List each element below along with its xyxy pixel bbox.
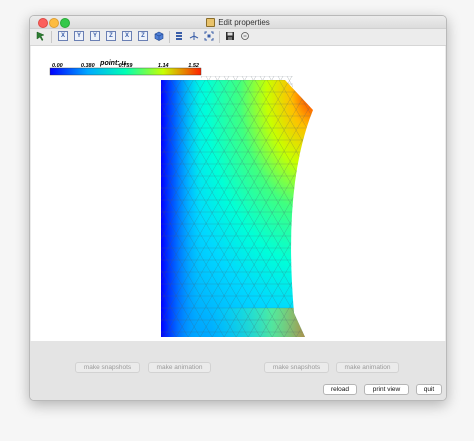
toolbar-separator [169,31,170,43]
mesh-edge [387,80,445,341]
undeformed-mesh-edge [341,76,355,102]
reset-icon[interactable] [240,31,250,41]
mesh-edge [161,80,182,337]
make-animation-button-left[interactable]: make animation [148,362,211,373]
title-bar: Edit properties [30,16,446,29]
mesh-edge [351,80,445,341]
mesh-edge [315,80,445,341]
window-title-wrap: Edit properties [30,16,446,28]
axes-icon[interactable] [189,31,199,41]
mesh-edge [315,80,445,341]
deformed-mesh-plot: point: u 0.00 0.380 0.759 1.14 1.52 [31,58,445,341]
reload-button[interactable]: reload [323,384,357,395]
save-icon[interactable] [225,31,235,41]
fit-icon[interactable] [204,31,214,41]
mesh-edge [435,80,445,341]
view-x-alt-button[interactable]: X [122,31,132,41]
undeformed-mesh-edge [323,76,337,102]
mesh-edge [327,80,445,341]
mesh-edge [435,80,445,341]
mesh-edge [302,80,313,337]
mesh-edge [375,80,445,341]
mesh-edge [31,80,157,341]
make-snapshots-button-right[interactable]: make snapshots [264,362,329,373]
app-icon [206,17,216,27]
mesh-edge [161,80,182,337]
select-arrow-icon[interactable] [36,31,46,41]
undeformed-mesh-edge [314,76,328,102]
mesh-edge [411,80,445,341]
make-snapshots-button-left[interactable]: make snapshots [75,362,140,373]
mesh-edge [31,80,145,341]
bottom-corner-field [211,308,313,337]
view-x-button[interactable]: X [58,31,68,41]
mesh-edge [327,80,445,341]
mesh-edge [31,80,145,341]
undeformed-mesh-edge [305,76,319,102]
undeformed-mesh-edge [332,76,346,102]
colorbar [49,67,202,76]
mesh-edge [363,80,445,341]
mesh-edge [399,80,445,341]
mesh-edge [423,80,445,341]
mesh-edge [351,80,445,341]
mesh-edge [290,80,313,337]
view-z-button[interactable]: Z [106,31,116,41]
print-view-button[interactable]: print view [364,384,409,395]
mesh-field [31,80,445,341]
mesh-edge [290,80,313,337]
mesh-edge [423,80,445,341]
render-canvas[interactable]: point: u 0.00 0.380 0.759 1.14 1.52 [31,46,445,341]
toolbar-separator [219,31,220,43]
make-animation-button-right[interactable]: make animation [336,362,399,373]
mesh-edge [161,80,170,337]
toolbar-separator [51,31,52,43]
view-y-alt-button[interactable]: Y [90,31,100,41]
mesh-edge [31,80,157,341]
mesh-edge [302,80,313,337]
mesh-edge [411,80,445,341]
cube-icon[interactable] [154,31,164,41]
window-title: Edit properties [218,17,270,27]
view-z-alt-button[interactable]: Z [138,31,148,41]
bottom-panel: make snapshots make animation make snaps… [30,341,446,400]
undeformed-mesh-edge [332,76,346,102]
mesh-edge [161,80,170,337]
undeformed-mesh-edge [314,76,328,102]
mesh-edge [339,80,445,341]
undeformed-mesh-edge [323,76,337,102]
view-y-button[interactable]: Y [74,31,84,41]
mesh-edge [399,80,445,341]
edit-properties-window: Edit properties X Y Y Z X Z point: u 0.0… [29,15,447,401]
mesh-edge [339,80,445,341]
bars-icon[interactable] [174,31,184,41]
undeformed-mesh-edge [305,76,319,102]
mesh-edge [375,80,445,341]
undeformed-mesh-edge [341,76,355,102]
mesh-edge [387,80,445,341]
toolbar: X Y Y Z X Z [30,29,446,46]
mesh-edge [363,80,445,341]
quit-button[interactable]: quit [416,384,442,395]
